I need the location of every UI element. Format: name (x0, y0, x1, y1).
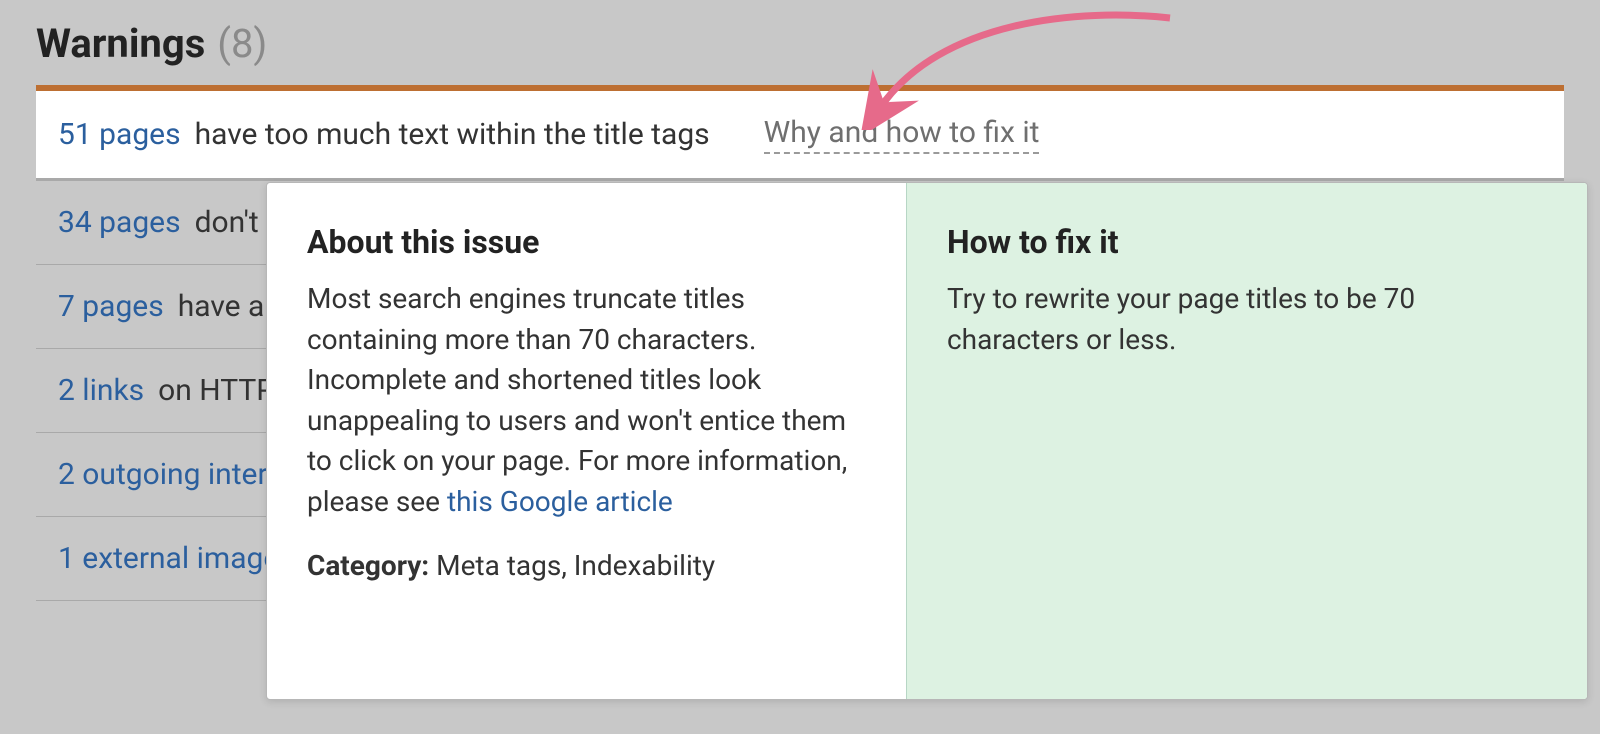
issue-count-link[interactable]: 2 links (58, 373, 144, 408)
about-title: About this issue (307, 223, 866, 261)
why-and-how-link[interactable]: Why and how to fix it (764, 115, 1040, 154)
warnings-title: Warnings (36, 20, 205, 67)
warnings-count: (8) (217, 20, 267, 67)
issue-count-link[interactable]: 34 pages (58, 205, 181, 240)
category-row: Category: Meta tags, Indexability (307, 549, 866, 582)
issue-count-link[interactable]: 2 outgoing intern (58, 457, 284, 492)
issue-count-link[interactable]: 51 pages (58, 117, 181, 152)
issue-count-link[interactable]: 7 pages (58, 289, 164, 324)
category-label: Category: (307, 549, 429, 582)
about-body-text: Most search engines truncate titles cont… (307, 282, 847, 518)
about-panel: About this issue Most search engines tru… (267, 183, 907, 699)
issue-text: have too much text within the title tags (195, 117, 710, 152)
about-body: Most search engines truncate titles cont… (307, 279, 866, 523)
google-article-link[interactable]: this Google article (447, 485, 673, 518)
warnings-heading: Warnings (8) (36, 20, 1564, 85)
issue-count-link[interactable]: 1 external image (58, 541, 279, 576)
fix-title: How to fix it (947, 223, 1547, 261)
issue-row[interactable]: 51 pages have too much text within the t… (36, 91, 1564, 181)
fix-panel: How to fix it Try to rewrite your page t… (907, 183, 1587, 699)
issue-info-popover: About this issue Most search engines tru… (266, 182, 1588, 700)
fix-body: Try to rewrite your page titles to be 70… (947, 279, 1547, 360)
category-value: Meta tags, Indexability (436, 549, 715, 582)
issue-text: have a l (178, 289, 279, 324)
